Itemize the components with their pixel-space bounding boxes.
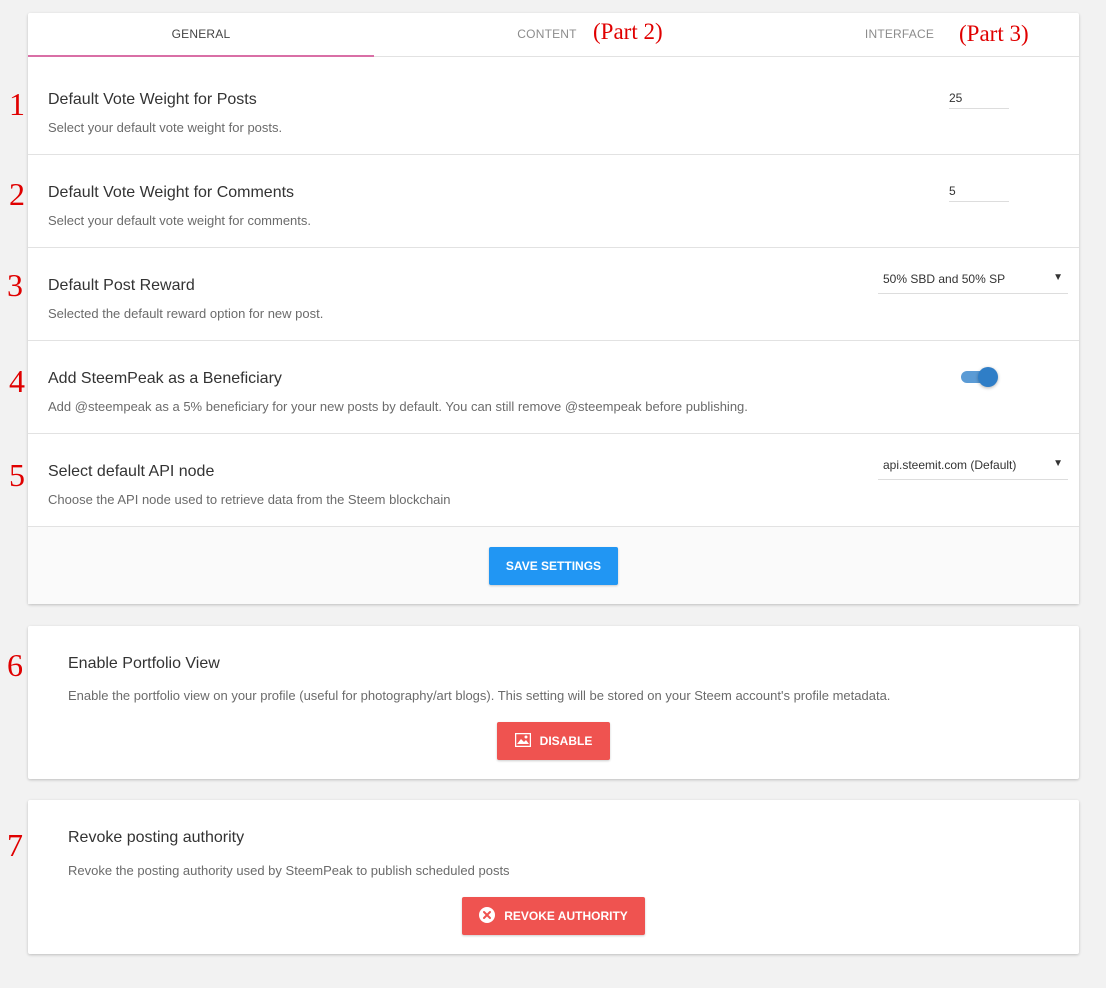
setting-title: Add SteemPeak as a Beneficiary: [48, 370, 282, 387]
image-icon: [514, 732, 531, 750]
portfolio-title: Enable Portfolio View: [68, 655, 220, 672]
annotation-number-7: 7: [7, 827, 23, 863]
setting-row-beneficiary: Add SteemPeak as a Beneficiary Add @stee…: [28, 341, 1079, 434]
tab-general[interactable]: GENERAL: [28, 13, 374, 57]
setting-title: Default Vote Weight for Comments: [48, 184, 295, 201]
chevron-down-icon: ▼: [1053, 272, 1063, 283]
revoke-card: Revoke posting authority Revoke the post…: [28, 800, 1079, 954]
settings-tabs: GENERAL CONTENT INTERFACE: [28, 13, 1079, 57]
annotation-number-3: 3: [7, 267, 23, 303]
portfolio-card: Enable Portfolio View Enable the portfol…: [28, 626, 1079, 779]
setting-title: Select default API node: [48, 463, 215, 480]
portfolio-description: Enable the portfolio view on your profil…: [68, 688, 891, 703]
setting-row-vote-comments: Default Vote Weight for Comments Select …: [28, 155, 1079, 248]
annotation-number-2: 2: [9, 176, 25, 212]
annotation-number-5: 5: [9, 457, 25, 493]
vote-weight-posts-input[interactable]: [949, 87, 1009, 109]
chevron-down-icon: ▼: [1053, 458, 1063, 469]
setting-row-post-reward: Default Post Reward Selected the default…: [28, 248, 1079, 341]
annotation-part-3: (Part 3): [959, 21, 1029, 46]
setting-row-api-node: Select default API node Choose the API n…: [28, 434, 1079, 527]
annotation-number-4: 4: [9, 363, 25, 399]
setting-title: Default Post Reward: [48, 277, 195, 294]
disable-button-label: DISABLE: [539, 734, 593, 748]
general-settings-card: GENERAL CONTENT INTERFACE Default Vote W…: [28, 13, 1079, 604]
setting-title: Default Vote Weight for Posts: [48, 91, 257, 108]
api-node-selected-value: api.steemit.com (Default): [883, 458, 1017, 472]
setting-description: Add @steempeak as a 5% beneficiary for y…: [48, 399, 748, 414]
revoke-title: Revoke posting authority: [68, 829, 245, 846]
api-node-select[interactable]: api.steemit.com (Default) ▼: [878, 454, 1068, 480]
setting-row-vote-posts: Default Vote Weight for Posts Select you…: [28, 57, 1079, 155]
revoke-button-label: REVOKE AUTHORITY: [504, 909, 628, 923]
post-reward-selected-value: 50% SBD and 50% SP: [883, 272, 1006, 286]
disable-portfolio-button[interactable]: DISABLE: [497, 722, 610, 760]
annotation-number-1: 1: [9, 86, 25, 122]
save-settings-button[interactable]: SAVE SETTINGS: [489, 547, 618, 585]
beneficiary-toggle[interactable]: [959, 367, 999, 387]
setting-description: Select your default vote weight for post…: [48, 120, 283, 135]
revoke-description: Revoke the posting authority used by Ste…: [68, 863, 510, 878]
post-reward-select[interactable]: 50% SBD and 50% SP ▼: [878, 268, 1068, 294]
setting-description: Selected the default reward option for n…: [48, 306, 324, 321]
revoke-authority-button[interactable]: REVOKE AUTHORITY: [462, 897, 645, 935]
setting-description: Choose the API node used to retrieve dat…: [48, 492, 451, 507]
settings-footer: SAVE SETTINGS: [28, 527, 1079, 604]
annotation-number-6: 6: [7, 647, 23, 683]
setting-description: Select your default vote weight for comm…: [48, 213, 312, 228]
annotation-part-2: (Part 2): [593, 19, 663, 44]
close-circle-icon: [479, 906, 496, 926]
vote-weight-comments-input[interactable]: [949, 180, 1009, 202]
toggle-knob: [978, 367, 998, 387]
tab-content[interactable]: CONTENT: [374, 13, 720, 57]
